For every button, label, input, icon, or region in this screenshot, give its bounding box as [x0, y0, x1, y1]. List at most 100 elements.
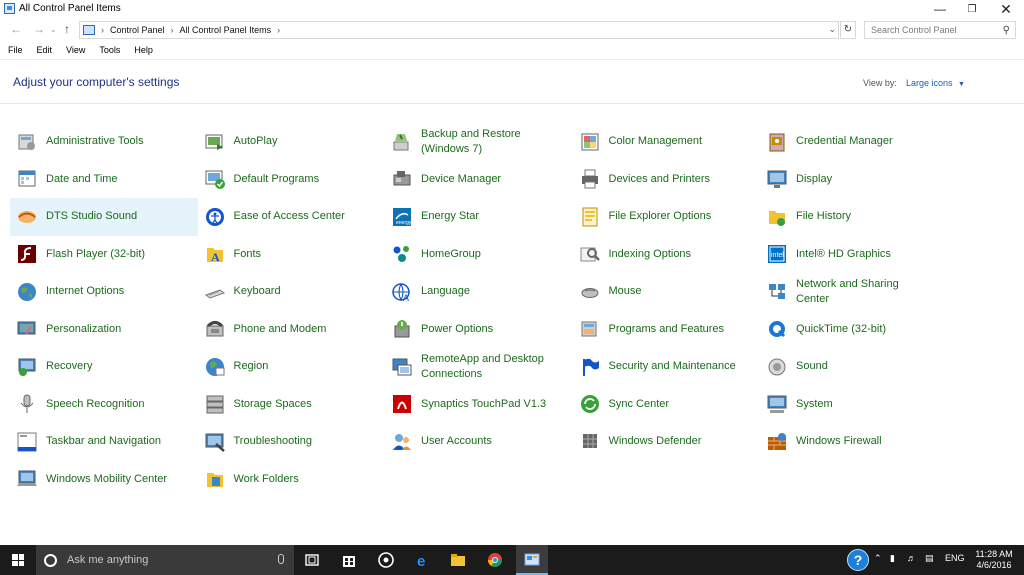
- control-panel-item[interactable]: Ease of Access Center: [198, 198, 386, 236]
- taskbar-control-panel-button[interactable]: [516, 545, 548, 575]
- control-panel-item[interactable]: Backup and Restore (Windows 7): [385, 123, 573, 161]
- menu-file[interactable]: File: [0, 43, 29, 59]
- network-icon: [769, 283, 785, 299]
- control-panel-item[interactable]: Keyboard: [198, 273, 386, 311]
- control-panel-item[interactable]: Windows Defender: [573, 423, 761, 461]
- task-view-icon[interactable]: [304, 552, 320, 568]
- store-icon[interactable]: [341, 552, 357, 568]
- control-panel-item[interactable]: Network and Sharing Center: [760, 273, 948, 311]
- view-by-dropdown[interactable]: Large icons ▼: [906, 78, 965, 88]
- control-panel-item[interactable]: Storage Spaces: [198, 386, 386, 424]
- control-panel-item[interactable]: Internet Options: [10, 273, 198, 311]
- control-panel-item[interactable]: RemoteApp and Desktop Connections: [385, 348, 573, 386]
- refresh-button[interactable]: ↻: [840, 21, 856, 39]
- control-panel-item[interactable]: energy Energy Star: [385, 198, 573, 236]
- battery-icon[interactable]: ▮: [890, 553, 895, 564]
- control-panel-item[interactable]: A Language: [385, 273, 573, 311]
- control-panel-item[interactable]: File History: [760, 198, 948, 236]
- cortana-icon: [44, 553, 57, 567]
- chevron-right-icon[interactable]: ›: [171, 25, 174, 35]
- file-explorer-icon[interactable]: [450, 552, 466, 568]
- back-arrow-icon[interactable]: ←: [10, 22, 22, 36]
- title-bar[interactable]: All Control Panel Items — ❐ ✕: [0, 0, 1024, 18]
- menu-edit[interactable]: Edit: [29, 43, 59, 59]
- control-panel-item[interactable]: QuickTime (32-bit): [760, 311, 948, 349]
- control-panel-item[interactable]: Taskbar and Navigation: [10, 423, 198, 461]
- start-button[interactable]: [0, 545, 36, 575]
- recent-locations-icon[interactable]: ⌄: [50, 25, 57, 34]
- restore-button[interactable]: ❐: [956, 0, 988, 18]
- menu-help[interactable]: Help: [126, 43, 159, 59]
- media-icon[interactable]: [378, 552, 394, 568]
- search-icon[interactable]: ⚲: [1003, 23, 1010, 39]
- control-panel-item[interactable]: Color Management: [573, 123, 761, 161]
- control-panel-item[interactable]: Windows Mobility Center: [10, 461, 198, 499]
- up-arrow-icon[interactable]: ↑: [64, 22, 70, 36]
- control-panel-item[interactable]: Mouse: [573, 273, 761, 311]
- forward-arrow-icon[interactable]: →: [33, 22, 45, 36]
- control-panel-item[interactable]: Region: [198, 348, 386, 386]
- control-panel-item[interactable]: Recovery: [10, 348, 198, 386]
- control-panel-item[interactable]: Credential Manager: [760, 123, 948, 161]
- menu-tools[interactable]: Tools: [91, 43, 126, 59]
- control-panel-item-label: Troubleshooting: [233, 435, 312, 448]
- breadcrumb-control-panel[interactable]: Control Panel: [110, 25, 165, 35]
- control-panel-item-label: Synaptics TouchPad V1.3: [421, 397, 547, 410]
- microphone-icon[interactable]: [278, 554, 284, 564]
- control-panel-item[interactable]: System: [760, 386, 948, 424]
- help-icon[interactable]: ?: [847, 549, 869, 571]
- control-panel-item[interactable]: A Fonts: [198, 236, 386, 274]
- control-panel-item[interactable]: User Accounts: [385, 423, 573, 461]
- chevron-down-icon[interactable]: ⌄: [828, 24, 836, 35]
- minimize-button[interactable]: —: [924, 0, 956, 18]
- control-panel-item[interactable]: Device Manager: [385, 161, 573, 199]
- show-hidden-icons-icon[interactable]: ⌃: [874, 553, 882, 564]
- volume-icon[interactable]: ♬: [907, 553, 916, 563]
- control-panel-item[interactable]: Windows Firewall: [760, 423, 948, 461]
- control-panel-item[interactable]: Troubleshooting: [198, 423, 386, 461]
- control-panel-item[interactable]: Sound: [760, 348, 948, 386]
- cortana-search-box[interactable]: Ask me anything: [36, 545, 294, 575]
- control-panel-item[interactable]: Default Programs: [198, 161, 386, 199]
- action-center-icon[interactable]: ▤: [925, 553, 934, 564]
- control-panel-item[interactable]: AutoPlay: [198, 123, 386, 161]
- fonts-icon: A: [206, 248, 223, 264]
- search-input[interactable]: Search Control Panel ⚲: [864, 21, 1016, 39]
- chrome-icon[interactable]: [487, 552, 503, 568]
- cortana-placeholder: Ask me anything: [67, 554, 149, 566]
- menu-view[interactable]: View: [58, 43, 91, 59]
- control-panel-item[interactable]: Devices and Printers: [573, 161, 761, 199]
- control-panel-item[interactable]: DTS Studio Sound: [10, 198, 198, 236]
- language-indicator[interactable]: ENG: [945, 553, 965, 563]
- edge-browser-icon[interactable]: e: [415, 552, 431, 568]
- taskbar: Ask me anything e ? ⌃ ▮ ♬ ▤ ENG 11:28 AM…: [0, 545, 1024, 575]
- control-panel-item[interactable]: Indexing Options: [573, 236, 761, 274]
- control-panel-item-label: QuickTime (32-bit): [796, 322, 887, 335]
- control-panel-item[interactable]: Synaptics TouchPad V1.3: [385, 386, 573, 424]
- control-panel-item[interactable]: Work Folders: [198, 461, 386, 499]
- control-panel-item[interactable]: Power Options: [385, 311, 573, 349]
- control-panel-item[interactable]: Speech Recognition: [10, 386, 198, 424]
- control-panel-item[interactable]: Personalization: [10, 311, 198, 349]
- control-panel-item-label: Backup and Restore (Windows 7): [421, 127, 521, 155]
- control-panel-item-label: Internet Options: [46, 285, 125, 298]
- control-panel-item[interactable]: Sync Center: [573, 386, 761, 424]
- control-panel-item[interactable]: Date and Time: [10, 161, 198, 199]
- control-panel-item[interactable]: Phone and Modem: [198, 311, 386, 349]
- control-panel-item[interactable]: HomeGroup: [385, 236, 573, 274]
- control-panel-item[interactable]: Security and Maintenance: [573, 348, 761, 386]
- control-panel-item[interactable]: intel Intel® HD Graphics: [760, 236, 948, 274]
- clock[interactable]: 11:28 AM 4/6/2016: [970, 549, 1018, 571]
- control-panel-item[interactable]: Administrative Tools: [10, 123, 198, 161]
- control-panel-item[interactable]: Programs and Features: [573, 311, 761, 349]
- close-button[interactable]: ✕: [990, 0, 1022, 18]
- control-panel-item[interactable]: Display: [760, 161, 948, 199]
- chevron-right-icon[interactable]: ›: [277, 25, 280, 35]
- file-history-icon: [769, 210, 785, 226]
- control-panel-item[interactable]: Flash Player (32-bit): [10, 236, 198, 274]
- mouse-icon: [581, 287, 598, 298]
- homegroup-icon: [393, 246, 409, 263]
- address-bar[interactable]: › Control Panel › All Control Panel Item…: [79, 21, 839, 39]
- breadcrumb-all-items[interactable]: All Control Panel Items: [180, 25, 272, 35]
- control-panel-item[interactable]: File Explorer Options: [573, 198, 761, 236]
